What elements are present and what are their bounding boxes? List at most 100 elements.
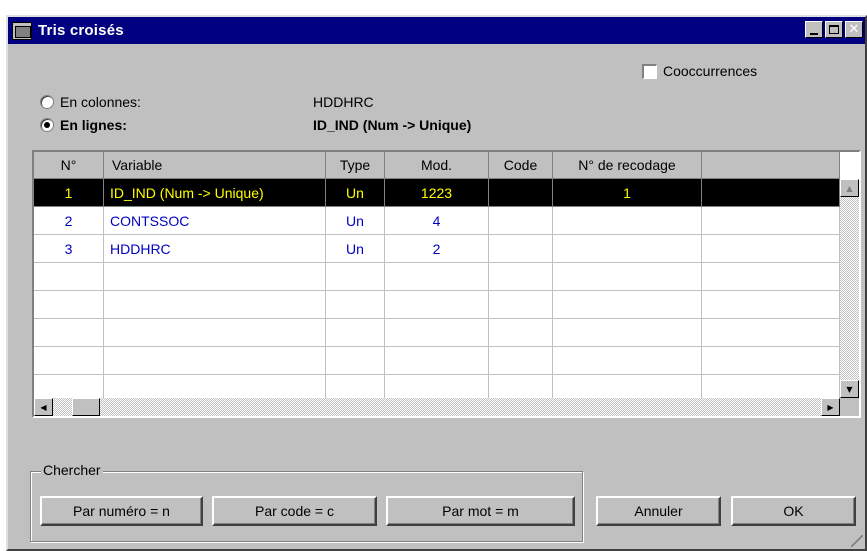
close-button[interactable]: ✕ — [845, 21, 863, 38]
cell-code[interactable] — [489, 319, 553, 347]
cell-number[interactable]: 2 — [34, 207, 104, 235]
cell-blank[interactable] — [702, 263, 840, 291]
cell-variable[interactable] — [104, 263, 326, 291]
cell-modalities[interactable]: 1223 — [385, 179, 489, 207]
maximize-button[interactable] — [825, 21, 843, 38]
header-recoding-number[interactable]: N° de recodage — [553, 152, 702, 179]
cell-blank[interactable] — [702, 235, 840, 263]
minimize-icon — [810, 32, 818, 35]
table-row[interactable] — [34, 319, 840, 347]
cell-modalities[interactable] — [385, 375, 489, 398]
cooccurrences-option[interactable]: Cooccurrences — [642, 63, 757, 79]
cell-blank[interactable] — [702, 291, 840, 319]
cell-modalities[interactable]: 2 — [385, 235, 489, 263]
table-row[interactable]: 3 HDDHRC Un 2 — [34, 235, 840, 263]
horizontal-scroll-thumb[interactable] — [72, 398, 100, 416]
horizontal-scrollbar[interactable]: ◀ ▶ — [34, 398, 840, 416]
cell-type[interactable]: Un — [326, 207, 385, 235]
ok-button[interactable]: OK — [731, 496, 856, 526]
app-icon[interactable] — [12, 21, 32, 40]
cell-variable[interactable] — [104, 375, 326, 398]
search-by-word-button[interactable]: Par mot = m — [386, 496, 575, 526]
scroll-left-button[interactable]: ◀ — [34, 398, 53, 416]
cell-recoding-number[interactable] — [553, 207, 702, 235]
cell-number[interactable] — [34, 291, 104, 319]
variables-grid[interactable]: N° Variable Type Mod. Code N° de recodag… — [32, 150, 861, 418]
header-number[interactable]: N° — [34, 152, 104, 179]
cell-recoding-number[interactable]: 1 — [553, 179, 702, 207]
cell-modalities[interactable] — [385, 319, 489, 347]
cell-recoding-number[interactable] — [553, 319, 702, 347]
header-variable[interactable]: Variable — [104, 152, 326, 179]
cell-number[interactable]: 3 — [34, 235, 104, 263]
cell-recoding-number[interactable] — [553, 235, 702, 263]
rows-radio[interactable] — [40, 118, 54, 132]
cell-modalities[interactable] — [385, 263, 489, 291]
table-row[interactable]: 1 ID_IND (Num -> Unique) Un 1223 1 — [34, 179, 840, 207]
header-modalities[interactable]: Mod. — [385, 152, 489, 179]
cell-code[interactable] — [489, 235, 553, 263]
cell-variable[interactable]: ID_IND (Num -> Unique) — [104, 179, 326, 207]
cell-blank[interactable] — [702, 347, 840, 375]
cell-recoding-number[interactable] — [553, 375, 702, 398]
cooccurrences-checkbox[interactable] — [642, 63, 657, 79]
cell-code[interactable] — [489, 375, 553, 398]
table-row[interactable] — [34, 263, 840, 291]
cell-modalities[interactable] — [385, 291, 489, 319]
cancel-button[interactable]: Annuler — [596, 496, 721, 526]
vertical-scrollbar[interactable]: ▲ ▼ — [840, 179, 859, 398]
title-bar[interactable]: Tris croisés ✕ — [8, 17, 865, 44]
table-row[interactable] — [34, 347, 840, 375]
resize-grip[interactable] — [851, 535, 863, 547]
scroll-down-button[interactable]: ▼ — [840, 380, 859, 398]
cell-recoding-number[interactable] — [553, 347, 702, 375]
cell-code[interactable] — [489, 179, 553, 207]
cell-type[interactable]: Un — [326, 179, 385, 207]
cell-type[interactable] — [326, 375, 385, 398]
search-by-code-button[interactable]: Par code = c — [212, 496, 377, 526]
header-code[interactable]: Code — [489, 152, 553, 179]
cell-code[interactable] — [489, 263, 553, 291]
cell-number[interactable] — [34, 347, 104, 375]
cell-code[interactable] — [489, 207, 553, 235]
cell-code[interactable] — [489, 291, 553, 319]
cell-modalities[interactable] — [385, 347, 489, 375]
arrow-left-icon: ◀ — [40, 402, 47, 412]
search-group-label: Chercher — [41, 462, 103, 478]
scroll-right-button[interactable]: ▶ — [821, 398, 840, 416]
cell-type[interactable]: Un — [326, 235, 385, 263]
cell-type[interactable] — [326, 319, 385, 347]
cell-number[interactable]: 1 — [34, 179, 104, 207]
cell-number[interactable] — [34, 375, 104, 398]
minimize-button[interactable] — [805, 21, 823, 38]
scroll-up-button[interactable]: ▲ — [840, 179, 859, 197]
header-type[interactable]: Type — [326, 152, 385, 179]
cell-variable[interactable] — [104, 291, 326, 319]
cell-blank[interactable] — [702, 319, 840, 347]
rows-option[interactable]: En lignes: ID_IND (Num -> Unique) — [40, 117, 471, 133]
cell-type[interactable] — [326, 291, 385, 319]
cell-modalities[interactable]: 4 — [385, 207, 489, 235]
columns-option[interactable]: En colonnes: HDDHRC — [40, 94, 374, 110]
table-row[interactable] — [34, 375, 840, 398]
cell-variable[interactable] — [104, 347, 326, 375]
table-row[interactable]: 2 CONTSSOC Un 4 — [34, 207, 840, 235]
cell-number[interactable] — [34, 263, 104, 291]
cell-blank[interactable] — [702, 375, 840, 398]
cell-number[interactable] — [34, 319, 104, 347]
table-row[interactable] — [34, 291, 840, 319]
cell-variable[interactable]: HDDHRC — [104, 235, 326, 263]
cell-type[interactable] — [326, 263, 385, 291]
cell-recoding-number[interactable] — [553, 291, 702, 319]
cell-blank[interactable] — [702, 207, 840, 235]
cell-blank[interactable] — [702, 179, 840, 207]
search-by-number-button[interactable]: Par numéro = n — [40, 496, 203, 526]
columns-variable: HDDHRC — [313, 94, 374, 110]
cell-type[interactable] — [326, 347, 385, 375]
columns-radio[interactable] — [40, 95, 54, 109]
cell-code[interactable] — [489, 347, 553, 375]
cell-variable[interactable]: CONTSSOC — [104, 207, 326, 235]
arrow-down-icon: ▼ — [846, 384, 853, 394]
cell-recoding-number[interactable] — [553, 263, 702, 291]
cell-variable[interactable] — [104, 319, 326, 347]
